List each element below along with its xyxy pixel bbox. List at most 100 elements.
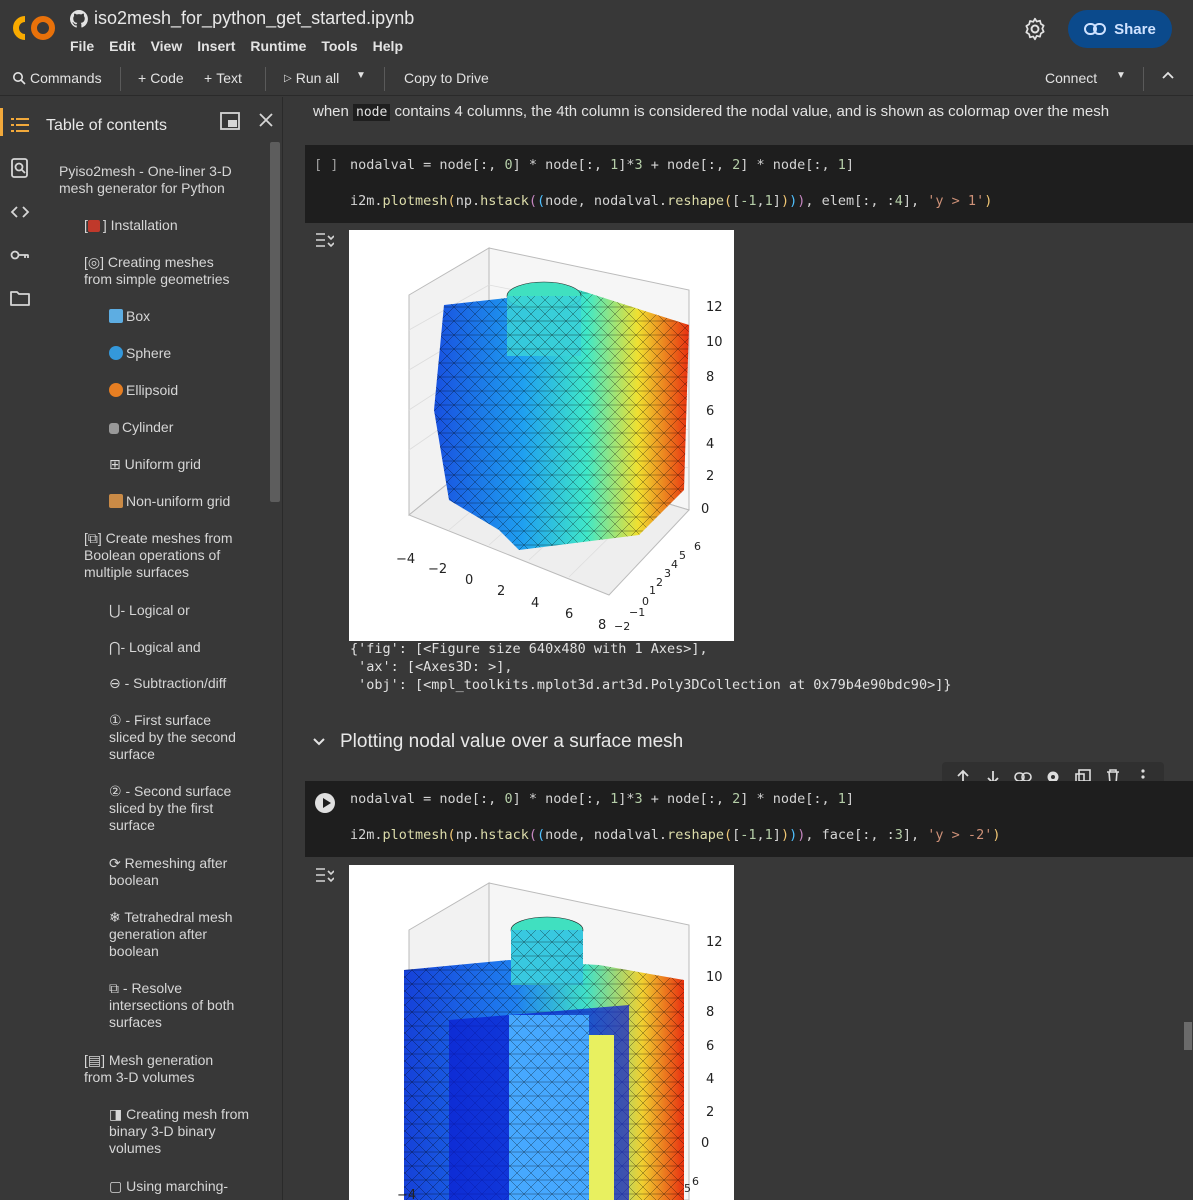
toc-item-sphere[interactable]: Sphere: [109, 345, 269, 362]
chevron-down-icon[interactable]: [312, 737, 326, 747]
run-all-button[interactable]: ▷ Run all: [284, 70, 339, 86]
run-all-dropdown-icon[interactable]: ▼: [356, 70, 366, 81]
commands-button[interactable]: Commands: [12, 70, 102, 86]
commands-label: Commands: [30, 70, 102, 86]
toolbar-divider: [1143, 67, 1144, 91]
play-icon: ▷: [284, 72, 292, 84]
section-heading[interactable]: Plotting nodal value over a surface mesh: [312, 731, 683, 753]
toc-item-marching[interactable]: ▢ Using marching-: [109, 1178, 254, 1195]
toc-item-installation[interactable]: [] Installation: [84, 217, 244, 234]
menu-runtime[interactable]: Runtime: [250, 38, 306, 54]
z-tick-label: 4: [706, 437, 714, 452]
x-tick-label: 4: [531, 596, 539, 611]
toc-item-resolve-intersections[interactable]: ⧉ - Resolve intersections of both surfac…: [109, 980, 249, 1031]
toc-item-logical-or[interactable]: ⋃- Logical or: [109, 602, 269, 619]
open-in-window-icon[interactable]: [220, 112, 240, 130]
secrets-key-icon[interactable]: [9, 244, 31, 266]
toolbar-divider: [120, 67, 121, 91]
y-tick-label: 5: [684, 1182, 691, 1195]
add-code-button[interactable]: + Code: [138, 70, 184, 86]
run-cell-play-icon[interactable]: [315, 793, 335, 813]
menu-edit[interactable]: Edit: [109, 38, 135, 54]
add-text-button[interactable]: + Text: [204, 70, 242, 86]
toc-item-logical-and[interactable]: ⋂- Logical and: [109, 639, 269, 656]
collapse-header-chevron-up-icon[interactable]: [1162, 70, 1174, 80]
globe-icon: [109, 346, 123, 360]
settings-gear-icon[interactable]: [1022, 16, 1048, 42]
toc-item-cylinder[interactable]: Cylinder: [109, 419, 269, 436]
toc-item-box[interactable]: Box: [109, 308, 269, 325]
film-icon: [▤]: [84, 1052, 109, 1068]
z-tick-label: 12: [706, 300, 723, 315]
x-tick-label: 2: [497, 584, 505, 599]
menu-view[interactable]: View: [151, 38, 183, 54]
share-label: Share: [1114, 20, 1156, 38]
connect-button[interactable]: Connect: [1045, 70, 1097, 86]
files-folder-icon[interactable]: [9, 287, 31, 309]
cell-execution-count[interactable]: [ ]: [314, 157, 338, 173]
share-button[interactable]: Share: [1068, 10, 1172, 48]
mesh-plot-1: 12 10 8 6 4 2 0 −4 −2 0 2 4 6 8 −2 −1 0: [396, 247, 723, 633]
z-tick-label: 10: [706, 970, 723, 985]
y-tick-label: 0: [642, 595, 649, 608]
notebook-scrollbar[interactable]: [1184, 1022, 1192, 1050]
y-tick-label: 6: [692, 1175, 699, 1188]
z-tick-label: 8: [706, 370, 714, 385]
table-of-contents-icon[interactable]: [9, 114, 31, 136]
toc-item-binary-volumes[interactable]: ◨ Creating mesh from binary 3-D binary v…: [109, 1106, 254, 1157]
x-tick-label: 6: [565, 607, 573, 622]
toc-item-boolean-operations[interactable]: [⧉] Create meshes from Boolean operation…: [84, 530, 244, 581]
menu-help[interactable]: Help: [373, 38, 403, 54]
menu-insert[interactable]: Insert: [197, 38, 235, 54]
notebook-main: when node contains 4 columns, the 4th co…: [284, 97, 1193, 1200]
notebook-title-row: iso2mesh_for_python_get_started.ipynb: [70, 8, 414, 29]
toc-item-ellipsoid[interactable]: Ellipsoid: [109, 382, 269, 399]
markdown-text: when node contains 4 columns, the 4th co…: [313, 103, 1110, 121]
toc-item-tetrahedral[interactable]: ❄ Tetrahedral mesh generation after bool…: [109, 909, 249, 960]
toolbar-divider: [265, 67, 266, 91]
run-all-label: Run all: [295, 70, 340, 86]
toc-item-second-surface-sliced[interactable]: ② - Second surface sliced by the first s…: [109, 783, 249, 834]
code-label: Code: [150, 70, 184, 86]
notebook-title[interactable]: iso2mesh_for_python_get_started.ipynb: [94, 8, 414, 29]
menu-file[interactable]: File: [70, 38, 94, 54]
code-snippets-icon[interactable]: [9, 201, 31, 223]
toc-item-first-surface-sliced[interactable]: ① - First surface sliced by the second s…: [109, 712, 249, 763]
code-cell-2[interactable]: nodalval = node[:, 0] * node[:, 1]*3 + n…: [305, 781, 1193, 857]
x-tick-label: 8: [598, 618, 606, 633]
toolbar-divider: [384, 67, 385, 91]
link-icon: [1084, 23, 1107, 35]
copy-to-drive-button[interactable]: Copy to Drive: [404, 70, 489, 86]
active-indicator: [0, 108, 3, 136]
find-replace-icon[interactable]: [9, 157, 31, 179]
text-label: Text: [216, 70, 242, 86]
toc-item-uniform-grid[interactable]: ⊞ Uniform grid: [109, 456, 269, 473]
toc-item-creating-meshes[interactable]: [◎] Creating meshes from simple geometri…: [84, 254, 244, 288]
toc-item-non-uniform-grid[interactable]: Non-uniform grid: [109, 493, 269, 510]
toc-item-remeshing[interactable]: ⟳ Remeshing after boolean: [109, 855, 249, 889]
z-tick-label: 12: [706, 935, 723, 950]
connect-label: Connect: [1045, 70, 1098, 86]
z-tick-label: 2: [706, 469, 714, 484]
y-tick-label: 3: [664, 567, 671, 580]
y-tick-label: 5: [679, 549, 686, 562]
close-icon[interactable]: [256, 110, 276, 130]
z-tick-label: 0: [701, 502, 709, 517]
toc-scrollbar[interactable]: [270, 142, 280, 502]
colab-logo-icon[interactable]: [12, 13, 56, 43]
github-icon: [70, 9, 88, 28]
code-cell-1[interactable]: [ ] nodalval = node[:, 0] * node[:, 1]*3…: [305, 145, 1193, 223]
left-rail: [0, 97, 40, 1200]
output-toggle-icon[interactable]: [314, 865, 334, 885]
toc-item-pyiso2mesh[interactable]: Pyiso2mesh - One-liner 3-D mesh generato…: [59, 163, 239, 197]
table-of-contents-panel: Table of contents Pyiso2mesh - One-liner…: [40, 97, 283, 1200]
toolbar: Commands + Code + Text ▷ Run all ▼ Copy to …: [0, 62, 1193, 96]
inline-code: node: [353, 104, 391, 121]
toc-item-subtraction[interactable]: ⊖ - Subtraction/diff: [109, 675, 269, 692]
y-tick-label: 2: [656, 576, 663, 589]
output-toggle-icon[interactable]: [314, 230, 334, 250]
z-tick-label: 4: [706, 1072, 714, 1087]
menu-tools[interactable]: Tools: [321, 38, 357, 54]
connect-dropdown-icon[interactable]: ▼: [1116, 70, 1126, 81]
toc-item-mesh-from-volumes[interactable]: [▤] Mesh generation from 3-D volumes: [84, 1052, 244, 1086]
